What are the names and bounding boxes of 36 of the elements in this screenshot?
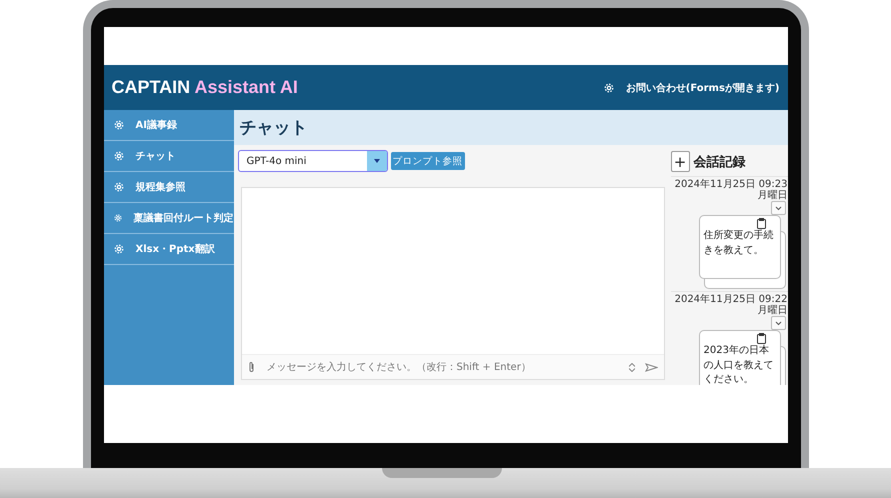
contact-link[interactable]: お問い合わせ(Formsが開きます) [604, 80, 780, 94]
expand-button[interactable] [770, 201, 786, 215]
history-title: 会話記録 [694, 154, 746, 170]
history-message: 住所変更の手続きを教えて。 [704, 229, 774, 258]
new-chat-button[interactable]: + [670, 151, 690, 172]
gear-icon [114, 151, 124, 161]
gear-icon [114, 244, 124, 254]
clipboard-icon[interactable] [756, 218, 766, 229]
gear-icon [114, 213, 122, 223]
history-date: 2024年11月25日 09:23 月曜日 [674, 179, 788, 201]
gear-icon [114, 182, 124, 192]
sidebar-item[interactable]: Xlsx・Pptx翻訳 [104, 234, 234, 265]
expand-button[interactable] [770, 316, 786, 330]
message-input[interactable]: メッセージを入力してください。（改行：Shift + Enter） [264, 360, 618, 374]
app-logo: CAPTAIN Assistant AI [112, 77, 298, 98]
sidebar-item[interactable]: 規程集参照 [104, 172, 234, 203]
prompt-button[interactable]: プロンプト参照 [390, 152, 464, 170]
page-title: チャット [240, 117, 308, 139]
caret-icon [374, 159, 380, 163]
message-field[interactable]: メッセージを入力してください。（改行：Shift + Enter） [242, 354, 664, 379]
gear-icon [604, 82, 614, 92]
history-card[interactable]: 住所変更の手続きを教えて。 [698, 215, 780, 279]
history-card[interactable]: 2023年の日本の人口を教えてください。 [698, 330, 780, 385]
send-icon[interactable] [644, 362, 658, 372]
model-select[interactable]: GPT-4o mini [238, 150, 388, 172]
sidebar-item[interactable]: チャット [104, 141, 234, 172]
chevron-down-icon [774, 320, 782, 326]
sidebar-item[interactable]: AI議事録 [104, 110, 234, 141]
history-message: 2023年の日本の人口を教えてください。 [704, 344, 774, 385]
history-date: 2024年11月25日 09:22 月曜日 [674, 294, 788, 316]
chevron-down-icon [774, 206, 782, 210]
sidebar-item[interactable]: 稟議書回付ルート判定 [104, 203, 234, 234]
clipboard-icon[interactable] [756, 333, 766, 344]
paperclip-icon[interactable] [248, 361, 254, 373]
resize-icon[interactable] [628, 362, 634, 372]
gear-icon [114, 120, 124, 130]
